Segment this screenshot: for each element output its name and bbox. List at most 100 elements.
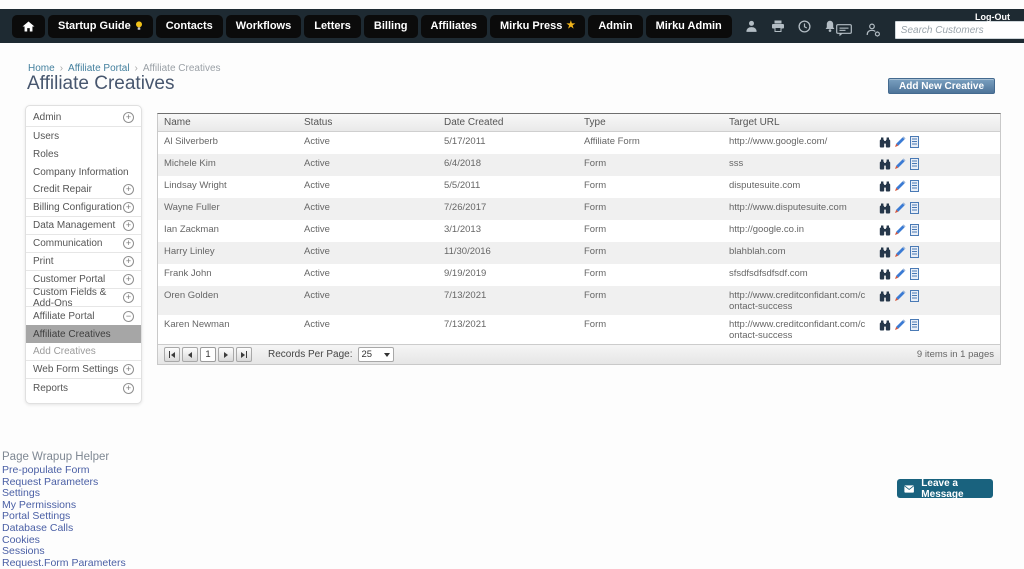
edit-button[interactable] xyxy=(894,136,906,151)
sidebar-item-company-information[interactable]: Company Information xyxy=(26,163,141,181)
edit-button[interactable] xyxy=(894,268,906,283)
nav-item-billing[interactable]: Billing xyxy=(364,15,418,38)
plus-circle-icon[interactable]: + xyxy=(123,112,134,123)
current-page-indicator[interactable]: 1 xyxy=(200,347,216,362)
footer-link-database-calls[interactable]: Database Calls xyxy=(2,523,126,535)
view-button[interactable] xyxy=(879,291,891,305)
edit-button[interactable] xyxy=(894,180,906,195)
plus-circle-icon[interactable]: + xyxy=(123,383,134,394)
edit-button[interactable] xyxy=(894,246,906,261)
edit-button[interactable] xyxy=(894,202,906,217)
search-input[interactable] xyxy=(895,21,1024,39)
sidebar-item-billing-configuration[interactable]: Billing Configuration+ xyxy=(26,199,141,217)
plus-circle-icon[interactable]: + xyxy=(123,202,134,213)
nav-item-home[interactable] xyxy=(12,15,45,38)
view-button[interactable] xyxy=(879,203,891,217)
last-page-button[interactable] xyxy=(236,347,252,362)
sidebar-item-add-creatives[interactable]: Add Creatives xyxy=(26,343,141,361)
view-button[interactable] xyxy=(879,269,891,283)
per-page-select[interactable]: 25 xyxy=(358,347,394,362)
prev-page-button[interactable] xyxy=(182,347,198,362)
sidebar-item-print[interactable]: Print+ xyxy=(26,253,141,271)
plus-circle-icon[interactable]: + xyxy=(123,238,134,249)
sidebar-item-communication[interactable]: Communication+ xyxy=(26,235,141,253)
column-header-name[interactable]: Name xyxy=(158,114,298,132)
bulb-icon xyxy=(135,21,143,31)
view-button[interactable] xyxy=(879,225,891,239)
row-actions xyxy=(873,154,1000,176)
sidebar-item-affiliate-portal[interactable]: Affiliate Portal− xyxy=(26,307,141,325)
sidebar-item-affiliate-creatives[interactable]: Affiliate Creatives xyxy=(26,325,141,343)
view-button[interactable] xyxy=(879,159,891,173)
sidebar-item-label: Admin xyxy=(33,112,61,123)
report-button[interactable] xyxy=(909,202,920,217)
creative-date-created: 5/17/2011 xyxy=(438,132,578,155)
report-button[interactable] xyxy=(909,268,920,283)
sidebar-item-data-management[interactable]: Data Management+ xyxy=(26,217,141,235)
column-header-date-created[interactable]: Date Created xyxy=(438,114,578,132)
add-new-creative-button[interactable]: Add New Creative xyxy=(888,78,995,94)
logout-link[interactable]: Log-Out xyxy=(975,12,1010,22)
sidebar-item-web-form-settings[interactable]: Web Form Settings+ xyxy=(26,361,141,379)
edit-button[interactable] xyxy=(894,319,906,334)
nav-item-label: Billing xyxy=(374,15,408,38)
view-button[interactable] xyxy=(879,137,891,151)
column-header-type[interactable]: Type xyxy=(578,114,723,132)
plus-circle-icon[interactable]: + xyxy=(123,256,134,267)
nav-item-workflows[interactable]: Workflows xyxy=(226,15,301,38)
footer-link-request-form-parameters[interactable]: Request.Form Parameters xyxy=(2,558,126,569)
printer-icon[interactable] xyxy=(771,20,785,32)
plus-circle-icon[interactable]: + xyxy=(123,364,134,375)
edit-button[interactable] xyxy=(894,158,906,173)
nav-item-admin[interactable]: Admin xyxy=(588,15,642,38)
report-button[interactable] xyxy=(909,180,920,195)
nav-item-mirku-admin[interactable]: Mirku Admin xyxy=(646,15,732,38)
report-button[interactable] xyxy=(909,136,920,151)
user-settings-icon[interactable] xyxy=(866,23,881,37)
report-button[interactable] xyxy=(909,319,920,334)
footer-link-sessions[interactable]: Sessions xyxy=(2,546,126,558)
view-button[interactable] xyxy=(879,320,891,334)
binoculars-icon xyxy=(879,181,891,192)
chat-icon[interactable] xyxy=(836,24,852,37)
sidebar-item-roles[interactable]: Roles xyxy=(26,145,141,163)
minus-circle-icon[interactable]: − xyxy=(123,311,134,322)
plus-circle-icon[interactable]: + xyxy=(123,220,134,231)
column-header-status[interactable]: Status xyxy=(298,114,438,132)
nav-item-letters[interactable]: Letters xyxy=(304,15,361,38)
user-icon[interactable] xyxy=(745,20,758,33)
edit-button[interactable] xyxy=(894,224,906,239)
plus-circle-icon[interactable]: + xyxy=(123,184,134,195)
row-actions xyxy=(873,176,1000,198)
nav-item-startup-guide[interactable]: Startup Guide xyxy=(48,15,153,38)
leave-a-message-button[interactable]: Leave a Message xyxy=(897,479,993,498)
creative-target-url: sss xyxy=(723,154,873,176)
edit-button[interactable] xyxy=(894,290,906,305)
plus-circle-icon[interactable]: + xyxy=(123,274,134,285)
pencil-icon xyxy=(894,319,906,331)
nav-item-contacts[interactable]: Contacts xyxy=(156,15,223,38)
sidebar-item-reports[interactable]: Reports+ xyxy=(26,379,141,397)
report-button[interactable] xyxy=(909,290,920,305)
sidebar-item-custom-fields-add-ons[interactable]: Custom Fields & Add-Ons+ xyxy=(26,289,141,307)
sidebar-item-credit-repair[interactable]: Credit Repair+ xyxy=(26,181,141,199)
report-icon xyxy=(909,180,920,192)
report-button[interactable] xyxy=(909,224,920,239)
nav-item-mirku-press[interactable]: Mirku Press★ xyxy=(490,15,585,38)
sidebar-item-users[interactable]: Users xyxy=(26,127,141,145)
binoculars-icon xyxy=(879,137,891,148)
first-page-button[interactable] xyxy=(164,347,180,362)
next-page-button[interactable] xyxy=(218,347,234,362)
footer-link-pre-populate-form[interactable]: Pre-populate Form xyxy=(2,465,126,477)
plus-circle-icon[interactable]: + xyxy=(123,292,134,303)
view-button[interactable] xyxy=(879,247,891,261)
clock-icon[interactable] xyxy=(798,20,811,33)
bell-icon[interactable] xyxy=(824,20,836,33)
pencil-icon xyxy=(894,268,906,280)
sidebar-item-admin[interactable]: Admin + xyxy=(26,109,141,127)
nav-item-affiliates[interactable]: Affiliates xyxy=(421,15,487,38)
view-button[interactable] xyxy=(879,181,891,195)
report-button[interactable] xyxy=(909,246,920,261)
report-button[interactable] xyxy=(909,158,920,173)
column-header-target-url[interactable]: Target URL xyxy=(723,114,873,132)
